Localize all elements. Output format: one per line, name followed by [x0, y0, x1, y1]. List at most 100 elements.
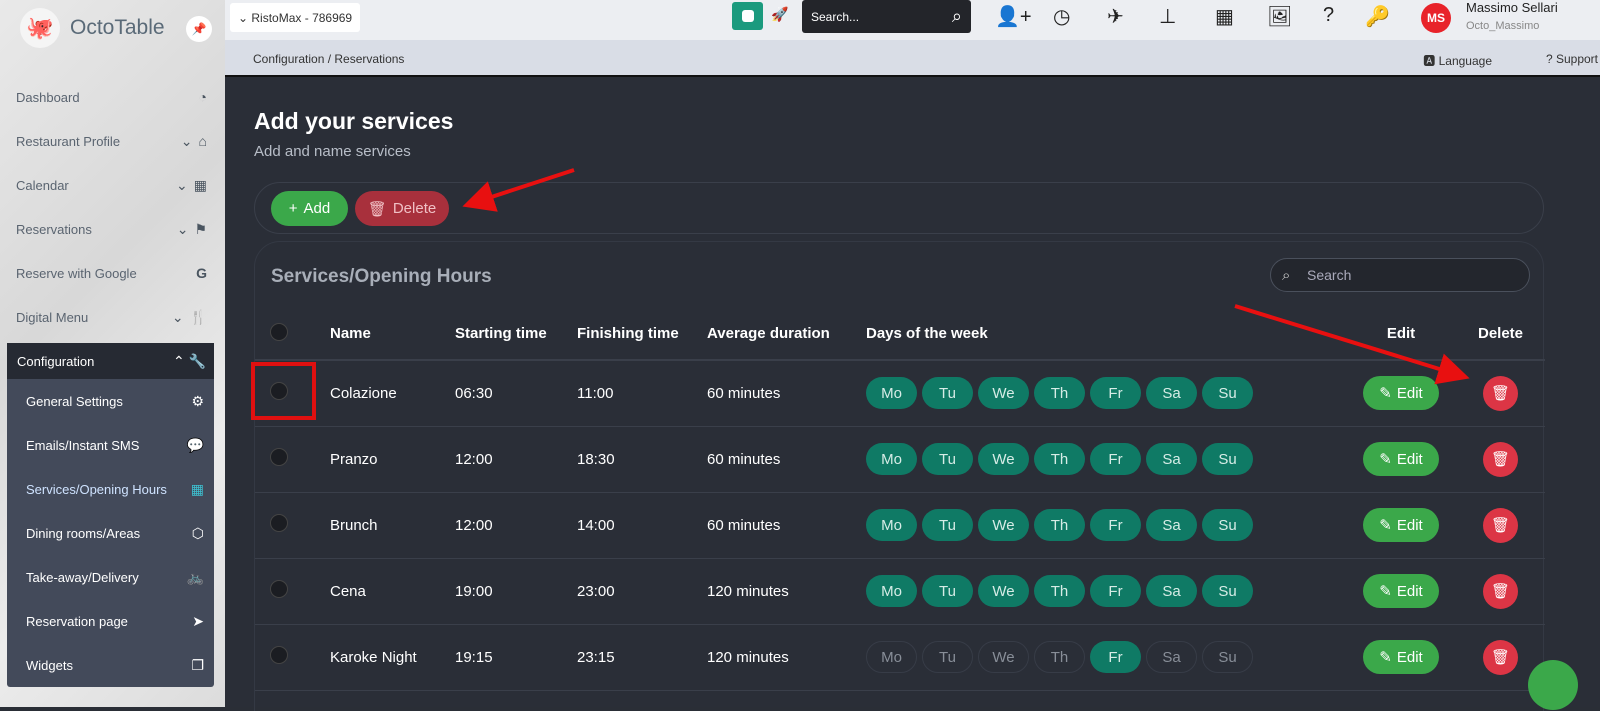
- day-toggle[interactable]: Th: [1034, 641, 1085, 673]
- sidebar-item-dashboard[interactable]: Dashboard ◔: [0, 77, 215, 117]
- add-button[interactable]: + Add: [271, 191, 348, 226]
- images-icon[interactable]: 🖼: [1267, 4, 1292, 29]
- day-toggle[interactable]: Tu: [922, 377, 973, 410]
- sidebar-item-general-settings[interactable]: General Settings ⚙: [7, 379, 214, 423]
- day-toggle[interactable]: We: [978, 575, 1029, 607]
- day-toggle[interactable]: Su: [1202, 377, 1253, 410]
- delete-button[interactable]: 🗑: [1483, 573, 1518, 609]
- calendar-icon[interactable]: ▦: [1215, 4, 1234, 29]
- day-toggle[interactable]: Su: [1202, 443, 1253, 475]
- day-toggle[interactable]: Mo: [866, 509, 917, 541]
- language-link[interactable]: 🅰 Language: [1423, 52, 1492, 69]
- edit-button[interactable]: ✎ Edit: [1363, 376, 1439, 411]
- day-toggle[interactable]: Fr: [1090, 641, 1141, 673]
- day-toggle[interactable]: Sa: [1146, 575, 1197, 607]
- day-toggle[interactable]: Th: [1034, 575, 1085, 607]
- service-name: Pranzo: [330, 426, 455, 493]
- day-toggle[interactable]: We: [978, 443, 1029, 475]
- sidebar-item-takeaway[interactable]: Take-away/Delivery 🚲: [7, 555, 214, 599]
- paper-plane-icon[interactable]: ✈: [1107, 4, 1124, 29]
- day-toggle[interactable]: Mo: [866, 641, 917, 673]
- day-toggle[interactable]: Su: [1202, 641, 1253, 673]
- day-toggle[interactable]: We: [978, 377, 1029, 410]
- delete-button[interactable]: 🗑: [1483, 639, 1518, 675]
- sidebar-item-reserve-with-google[interactable]: Reserve with Google G: [0, 253, 215, 293]
- clock-icon[interactable]: ◷: [1053, 4, 1070, 29]
- sidebar-item-reservation-page[interactable]: Reservation page ➤: [7, 599, 214, 643]
- pin-icon[interactable]: 📌: [186, 16, 212, 42]
- day-toggle[interactable]: Th: [1034, 377, 1085, 410]
- chevron-down-icon: ⌄: [238, 10, 252, 25]
- label: Edit: [1396, 384, 1423, 402]
- edit-button[interactable]: ✎ Edit: [1363, 574, 1439, 608]
- chevron-down-icon: ⌄: [176, 220, 189, 237]
- trash-icon: 🗑: [1490, 517, 1511, 534]
- venue-selector[interactable]: ⌄ RistoMax - 786969: [230, 3, 361, 32]
- services-card: Services/Opening Hours ⌕ Search Name Star…: [254, 241, 1545, 711]
- user-name[interactable]: Massimo Sellari: [1466, 0, 1558, 15]
- day-toggle[interactable]: Th: [1034, 443, 1085, 475]
- sitemap-icon[interactable]: ⊥: [1159, 4, 1176, 29]
- select-all-checkbox[interactable]: [270, 322, 288, 341]
- support-link[interactable]: ? Support: [1546, 52, 1598, 66]
- day-toggle[interactable]: Mo: [866, 575, 917, 607]
- day-toggle[interactable]: Fr: [1090, 377, 1141, 410]
- status-toggle[interactable]: [732, 2, 763, 30]
- day-toggle[interactable]: Tu: [922, 443, 973, 475]
- day-toggle[interactable]: Su: [1202, 509, 1253, 541]
- main-content: Add your services Add and name services …: [225, 79, 1600, 711]
- logo[interactable]: 🐙 OctoTable: [20, 8, 165, 48]
- day-toggle[interactable]: Mo: [866, 377, 917, 410]
- edit-button[interactable]: ✎ Edit: [1363, 508, 1439, 542]
- day-toggle[interactable]: Tu: [922, 575, 973, 607]
- header-edit: Edit: [1346, 308, 1456, 361]
- day-toggle[interactable]: Mo: [866, 443, 917, 475]
- delete-button[interactable]: 🗑: [1483, 441, 1518, 477]
- day-toggle[interactable]: Sa: [1146, 509, 1197, 541]
- sidebar-item-dining-rooms[interactable]: Dining rooms/Areas ⬡: [7, 511, 214, 555]
- rocket-icon[interactable]: 🚀: [771, 6, 788, 23]
- help-icon[interactable]: ?: [1323, 4, 1334, 27]
- day-toggle[interactable]: We: [978, 509, 1029, 541]
- day-toggle[interactable]: Sa: [1146, 377, 1197, 410]
- day-toggle[interactable]: Fr: [1090, 575, 1141, 607]
- sidebar-item-digital-menu[interactable]: Digital Menu ⌄ 🍴: [0, 297, 215, 337]
- label: Support: [1555, 52, 1598, 66]
- sidebar-item-services[interactable]: Services/Opening Hours ▦: [7, 467, 214, 511]
- table-search-input[interactable]: ⌕ Search: [1270, 258, 1530, 292]
- edit-button[interactable]: ✎ Edit: [1363, 442, 1439, 476]
- chevron-down-icon: ⌄: [180, 132, 193, 149]
- row-checkbox[interactable]: [270, 448, 288, 466]
- day-toggle[interactable]: Fr: [1090, 443, 1141, 475]
- key-icon[interactable]: 🔑: [1365, 4, 1390, 29]
- row-checkbox[interactable]: [270, 580, 288, 598]
- delete-button[interactable]: 🗑: [1483, 375, 1518, 411]
- day-toggle[interactable]: Sa: [1146, 641, 1197, 673]
- row-checkbox[interactable]: [270, 646, 288, 664]
- day-toggle[interactable]: Su: [1202, 575, 1253, 607]
- avatar[interactable]: MS: [1421, 3, 1451, 33]
- day-toggle[interactable]: Tu: [922, 509, 973, 541]
- delete-selected-button[interactable]: 🗑 Delete: [355, 191, 449, 226]
- sidebar-item-configuration[interactable]: Configuration ⌃ 🔧: [7, 343, 214, 379]
- day-toggle[interactable]: Sa: [1146, 443, 1197, 475]
- day-toggle[interactable]: Th: [1034, 509, 1085, 541]
- day-toggle[interactable]: Tu: [922, 641, 973, 673]
- day-toggle[interactable]: Fr: [1090, 509, 1141, 541]
- breadcrumb: Configuration / Reservations: [253, 52, 405, 66]
- sidebar-item-restaurant-profile[interactable]: Restaurant Profile ⌄ ⌂: [0, 121, 215, 161]
- service-name: Brunch: [330, 492, 455, 559]
- trash-icon: 🗑: [1490, 451, 1511, 468]
- row-checkbox[interactable]: [270, 514, 288, 532]
- edit-button[interactable]: ✎ Edit: [1363, 640, 1439, 674]
- sidebar-item-reservations[interactable]: Reservations ⌄ ⚑: [0, 209, 215, 249]
- delete-button[interactable]: 🗑: [1483, 507, 1518, 543]
- sidebar-item-widgets[interactable]: Widgets ❐: [7, 643, 214, 687]
- label: Edit: [1396, 450, 1423, 468]
- add-user-icon[interactable]: 👤+: [995, 4, 1032, 29]
- sidebar-item-calendar[interactable]: Calendar ⌄ ▦: [0, 165, 215, 205]
- chat-widget-button[interactable]: [1528, 660, 1578, 710]
- global-search-input[interactable]: Search... ⌕: [802, 0, 971, 33]
- day-toggle[interactable]: We: [978, 641, 1029, 673]
- sidebar-item-emails-sms[interactable]: Emails/Instant SMS 💬: [7, 423, 214, 467]
